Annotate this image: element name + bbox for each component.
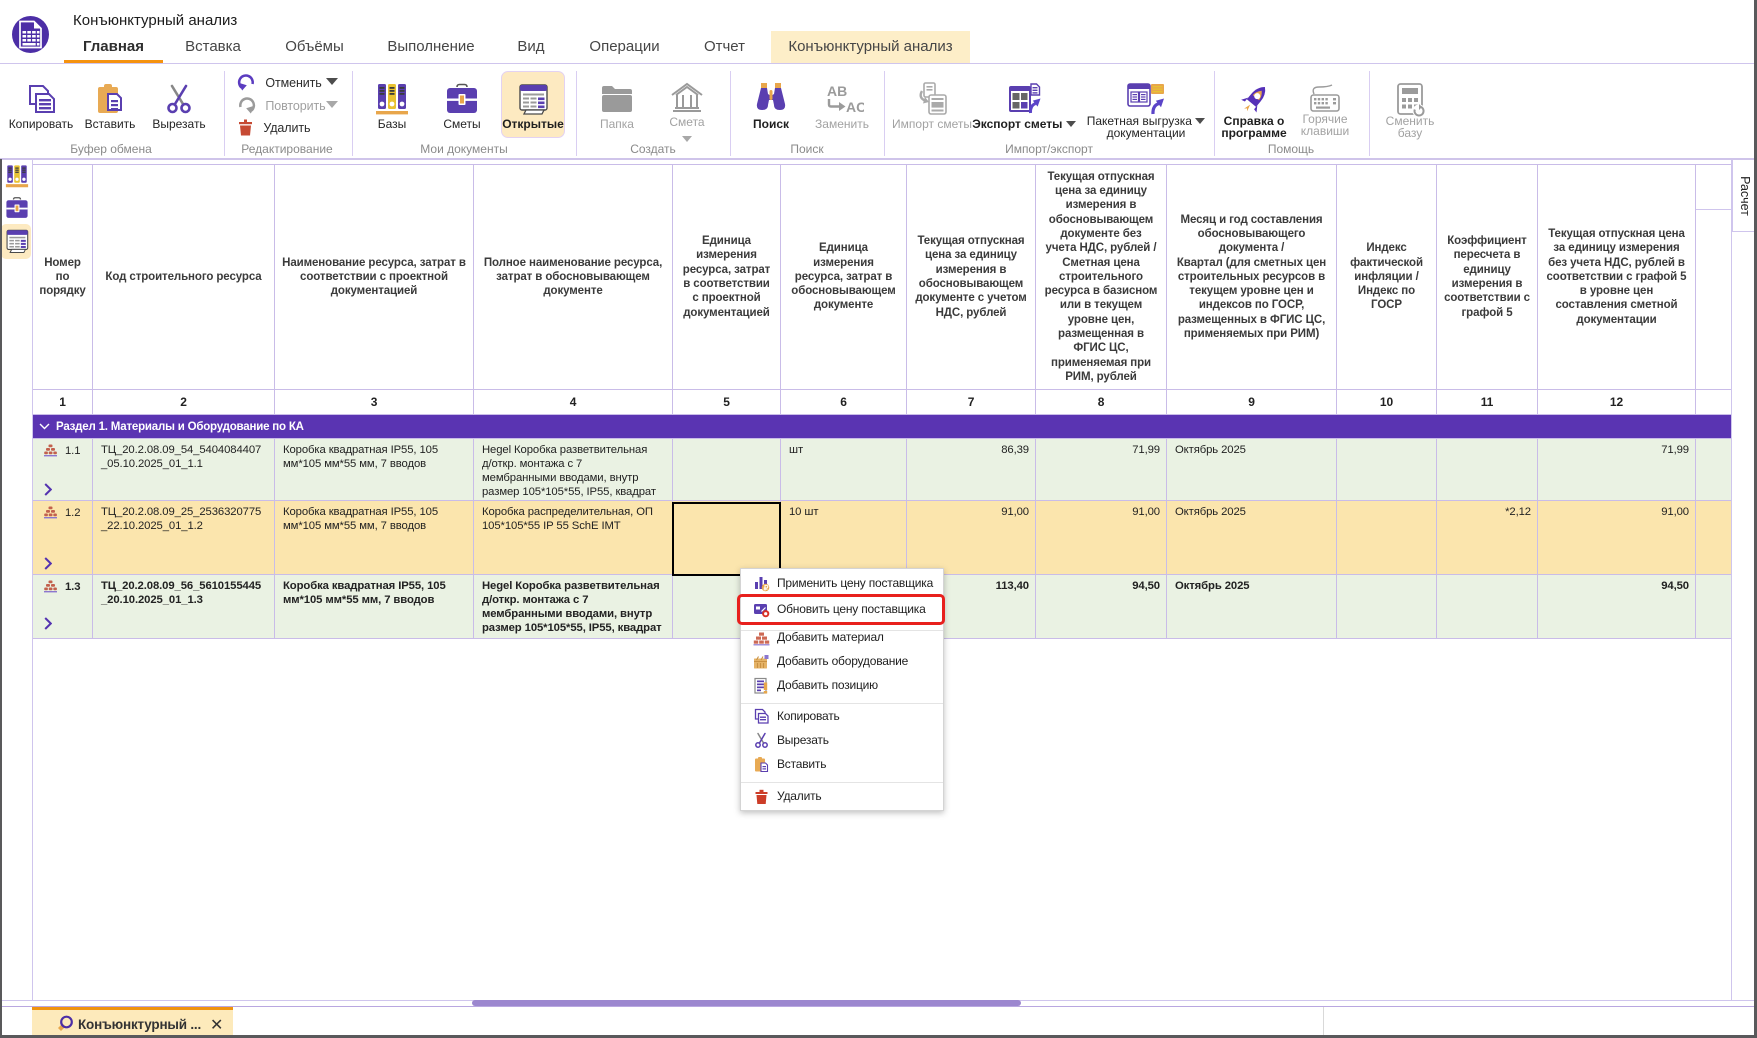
svg-text:AC: AC bbox=[846, 99, 864, 115]
svg-text:AB: AB bbox=[827, 83, 847, 99]
svg-text:₽: ₽ bbox=[764, 583, 769, 592]
